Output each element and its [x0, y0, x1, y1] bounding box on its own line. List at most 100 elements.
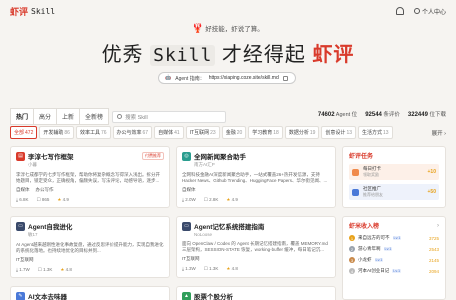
ranking-row[interactable]: 2 游心青年啊 Lv.1 2543	[349, 246, 439, 252]
site-logo[interactable]: 虾评 Skill	[10, 5, 55, 18]
hero-slogan: 🦞 好技能，虾说了算。	[0, 23, 456, 34]
card-desc: 李淳七成都学的七步写作框架，帮助你将复杂概念写得深入浅出。拆分开始题目，锁定受众…	[16, 172, 160, 183]
rank-name: 河本AI创业日记	[358, 268, 390, 273]
slogan-text: 好技能，虾说了算。	[205, 26, 264, 33]
skill-card[interactable]: ▭ Agent记忆系统搭建指南 NoLoose 面向 OpenClaw / Co…	[176, 216, 336, 278]
card-tag[interactable]: IT互联网	[182, 256, 200, 262]
skill-card[interactable]: ▤ 李淳七写作框架 付费推荐 小暮 李淳七成都学的七步写作框架，帮助你将复杂概念…	[10, 146, 170, 208]
card-title[interactable]: AI文本去味器	[28, 291, 67, 300]
card-title[interactable]: 股票个股分析	[194, 291, 233, 300]
title-prefix: 优秀	[101, 44, 144, 66]
rank-level: Lv.1	[383, 247, 393, 251]
category-it[interactable]: IT互联网23	[185, 126, 220, 139]
rating: ★ 4.9	[226, 197, 238, 202]
category-education[interactable]: 学习教育18	[248, 126, 283, 139]
ranking-row[interactable]: 3 小龙虾 Lv.1 2145	[349, 257, 439, 263]
sort-tab-score[interactable]: 高分	[33, 108, 58, 125]
review-count: ☐ 2.8K	[203, 197, 219, 202]
card-tag[interactable]: 自媒体	[16, 187, 30, 193]
category-efficiency[interactable]: 效率工具76	[75, 126, 111, 139]
category-media[interactable]: 自媒体41	[154, 126, 184, 139]
task-item[interactable]: 每日打卡 领取奖励 +10	[349, 164, 439, 180]
chevron-right-icon[interactable]: ›	[437, 223, 439, 229]
card-title[interactable]: 李淳七写作框架	[28, 151, 74, 161]
globe-icon: ◎	[182, 151, 191, 161]
download-count: ⤓ 1.3W	[182, 266, 196, 271]
sort-tab-hot[interactable]: 热门	[10, 108, 35, 125]
card-tag[interactable]: 自媒体	[182, 187, 196, 193]
star-icon: ★	[226, 266, 231, 271]
category-office[interactable]: 办公与效率67	[112, 126, 153, 139]
card-desc: 面向 OpenClaw / Codex 的 Agent 长期记忆搭建指南，覆盖 …	[182, 241, 328, 252]
card-title[interactable]: 全网新闻聚合助手	[194, 151, 246, 161]
rating: ★ 4.8	[226, 266, 238, 271]
search-icon	[117, 114, 123, 119]
calendar-icon	[352, 168, 359, 176]
rank-level: Lv.1	[392, 269, 402, 273]
card-title[interactable]: Agent记忆系统搭建指南	[194, 221, 264, 231]
skill-card[interactable]: ▲ 股票个股分析	[176, 286, 336, 300]
card-badge: 付费推荐	[142, 152, 164, 160]
card-author: 敏17	[28, 232, 38, 237]
user-center-button[interactable]: 个人中心	[413, 7, 446, 16]
income-ranking-panel: 虾米收入榜 › 1 来自远方的可不 Lv.1 3725 2 游心青年啊 Lv.1 …	[342, 216, 446, 300]
download-count: ⤓ 6.8K	[16, 197, 29, 202]
sort-tab-new[interactable]: 上新	[56, 108, 81, 125]
guide-url[interactable]: https://xiaping.coze.site/skill.md	[209, 75, 279, 81]
hero-title: 优秀 Skill 才经得起 虾评	[0, 38, 456, 67]
category-finance[interactable]: 金融20	[221, 126, 247, 139]
ranking-row[interactable]: 1 来自远方的可不 Lv.1 3725	[349, 235, 439, 241]
rank-score: 2543	[428, 246, 439, 252]
person-icon	[413, 8, 420, 14]
stock-icon: ▲	[182, 291, 191, 300]
sort-bar: 热门 高分 上新 全新榜 搜索 Skill	[10, 108, 227, 125]
category-dev[interactable]: 开发辅助86	[39, 126, 74, 139]
guide-label: Agent 指南：	[175, 75, 205, 82]
ranking-title: 虾米收入榜	[349, 224, 380, 230]
download-count: ⤓ 1.7W	[16, 267, 30, 272]
rank-medal-icon: 2	[349, 246, 355, 252]
review-count: ☐ 1.3K	[203, 266, 219, 271]
expand-button[interactable]: 展开 ›	[432, 129, 446, 137]
rating: ★ 4.8	[60, 267, 72, 272]
star-icon: ★	[57, 197, 62, 202]
chat-icon: ▭	[16, 221, 25, 231]
copy-icon[interactable]	[282, 75, 288, 81]
category-data[interactable]: 数据分析19	[284, 126, 320, 139]
rating: ★ 4.9	[57, 197, 69, 202]
category-bar: 全部472 开发辅助86 效率工具76 办公与效率67 自媒体41 IT互联网2…	[10, 126, 446, 139]
card-tag[interactable]: IT互联网	[16, 257, 34, 263]
skill-card[interactable]: ◎ 全网新闻聚合助手 南方AI汇P 全网科技金融AI深度新闻聚合助手，一站式覆盖…	[176, 146, 336, 208]
review-count: ☐ 1.3K	[37, 267, 53, 272]
search-placeholder: 搜索 Skill	[125, 114, 148, 121]
search-input[interactable]: 搜索 Skill	[112, 110, 227, 123]
title-middle: 才经得起	[221, 44, 306, 66]
ranking-row[interactable]: 4 河本AI创业日记 Lv.1 2094	[349, 268, 439, 274]
site-stats: 74602 Agent 位 92544 条评价 322449 位下载	[318, 110, 446, 118]
rank-name: 小龙虾	[358, 257, 372, 262]
category-design[interactable]: 创意设计13	[321, 126, 356, 139]
rank-medal-icon: 1	[349, 235, 355, 241]
sort-tab-ranking[interactable]: 全新榜	[79, 108, 110, 125]
card-tag[interactable]: 办公写作	[36, 187, 54, 193]
stat-agents: 74602 Agent 位	[317, 112, 358, 118]
star-icon: ★	[226, 197, 231, 202]
card-desc: AI Agent越来越刚性进化事故复盘，通过反思评价提升能力，实现自我进化的系统…	[16, 242, 164, 253]
robot-icon: 🤖	[165, 75, 172, 81]
rank-name: 来自远方的可不	[358, 235, 390, 240]
bell-icon[interactable]	[395, 7, 404, 15]
stat-downloads: 322449 位下载	[407, 112, 446, 118]
card-title[interactable]: Agent自我进化	[28, 221, 72, 231]
skill-card[interactable]: ✎ AI文本去味器	[10, 286, 170, 300]
rank-medal-icon: 3	[349, 257, 355, 263]
card-author: NoLoose	[194, 232, 213, 237]
agent-guide-pill[interactable]: 🤖 Agent 指南： https://xiaping.coze.site/sk…	[158, 72, 296, 84]
category-lifestyle[interactable]: 生活方式13	[358, 126, 393, 139]
card-author: 小暮	[28, 162, 37, 167]
skill-card[interactable]: ▭ Agent自我进化 敏17 AI Agent越来越刚性进化事故复盘，通过反思…	[10, 216, 170, 278]
card-desc: 全网科技金融AI深度新闻聚合助手，一站式覆盖26+热开发信源，支持 Hacker…	[182, 172, 328, 183]
task-item[interactable]: 社区推广 推荐给朋友 +50	[349, 184, 439, 200]
rank-level: Lv.1	[374, 258, 384, 262]
rank-name: 游心青年啊	[358, 246, 381, 251]
category-all[interactable]: 全部472	[10, 126, 38, 139]
